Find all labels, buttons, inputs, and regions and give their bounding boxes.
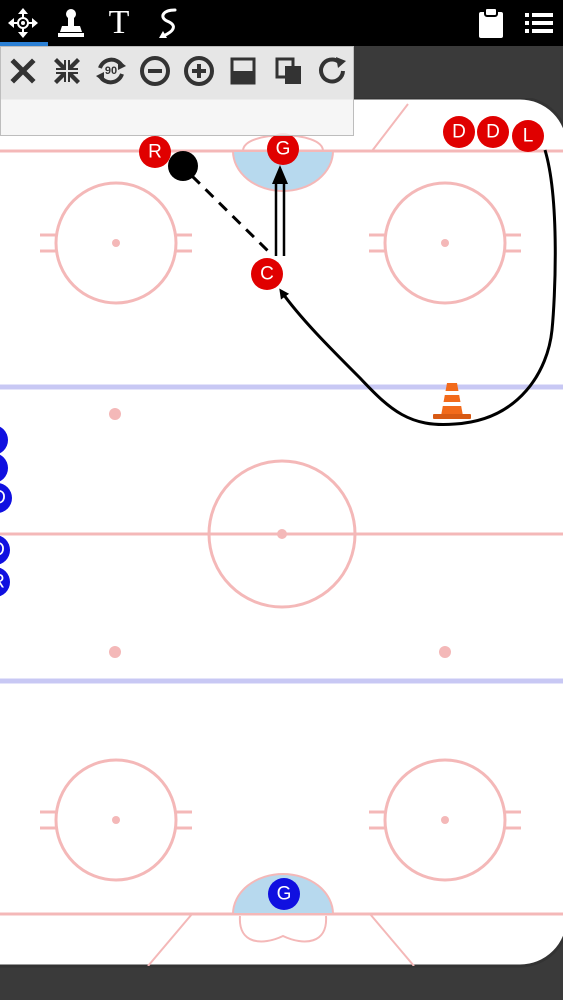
neutral-zone-dot (109, 408, 121, 420)
faceoff-dot (112, 239, 120, 247)
hockey-rink[interactable]: R G C D D L G D D R (0, 98, 563, 968)
player-red-d[interactable]: D (477, 116, 509, 148)
redo-button[interactable] (315, 53, 351, 89)
shrink-button[interactable] (49, 53, 85, 89)
faceoff-dot (112, 816, 120, 824)
player-label: G (276, 139, 291, 160)
player-blue-g[interactable]: G (268, 878, 300, 910)
text-tool-button[interactable]: T (96, 0, 142, 46)
rotate-90-icon: 90 (96, 57, 126, 85)
half-rink-button[interactable] (225, 53, 261, 89)
player-label: L (523, 126, 534, 147)
faceoff-dot (441, 239, 449, 247)
clipboard-icon (479, 7, 503, 38)
player-label: D (452, 122, 466, 143)
draw-tool-button[interactable] (146, 0, 192, 46)
player-red-r[interactable]: R (139, 136, 171, 168)
player-label: R (148, 142, 162, 163)
rotate-90-button[interactable]: 90 (93, 53, 129, 89)
player-red-c[interactable]: C (251, 258, 283, 290)
clipboard-button[interactable] (468, 0, 514, 46)
player-label: D (486, 122, 500, 143)
zoom-in-icon (184, 56, 214, 86)
rotate-label: 90 (105, 65, 117, 77)
neutral-zone-dot (109, 646, 121, 658)
text-icon: T (108, 4, 130, 41)
list-menu-icon (525, 13, 553, 33)
delete-icon (10, 58, 36, 84)
player-red-l[interactable]: L (512, 120, 544, 152)
freehand-line-icon (159, 8, 177, 38)
zoom-out-button[interactable] (137, 53, 173, 89)
half-rink-icon (230, 57, 256, 85)
move-arrows-icon (8, 8, 38, 38)
player-label: R (0, 572, 5, 593)
move-tool-button[interactable] (0, 0, 46, 46)
center-faceoff-dot (277, 529, 287, 539)
redo-icon (319, 57, 346, 84)
neutral-zone-dot (439, 646, 451, 658)
top-toolbar: T (0, 0, 563, 46)
menu-button[interactable] (516, 0, 562, 46)
zoom-out-icon (140, 56, 170, 86)
player-tool-button[interactable] (48, 0, 94, 46)
faceoff-dot (441, 816, 449, 824)
player-label: G (277, 884, 292, 905)
copy-icon (275, 57, 301, 84)
edit-toolbox: 90 (0, 46, 354, 136)
player-red-g[interactable]: G (267, 133, 299, 165)
canvas-background-bottom (0, 968, 563, 1000)
zoom-in-button[interactable] (181, 53, 217, 89)
puck[interactable] (168, 151, 198, 181)
player-red-d[interactable]: D (443, 116, 475, 148)
shrink-icon (54, 58, 80, 84)
stamp-icon (58, 9, 84, 37)
copy-button[interactable] (271, 53, 307, 89)
player-label: D (0, 540, 5, 561)
delete-button[interactable] (5, 53, 41, 89)
player-label: D (0, 488, 6, 509)
player-label: C (260, 264, 274, 285)
